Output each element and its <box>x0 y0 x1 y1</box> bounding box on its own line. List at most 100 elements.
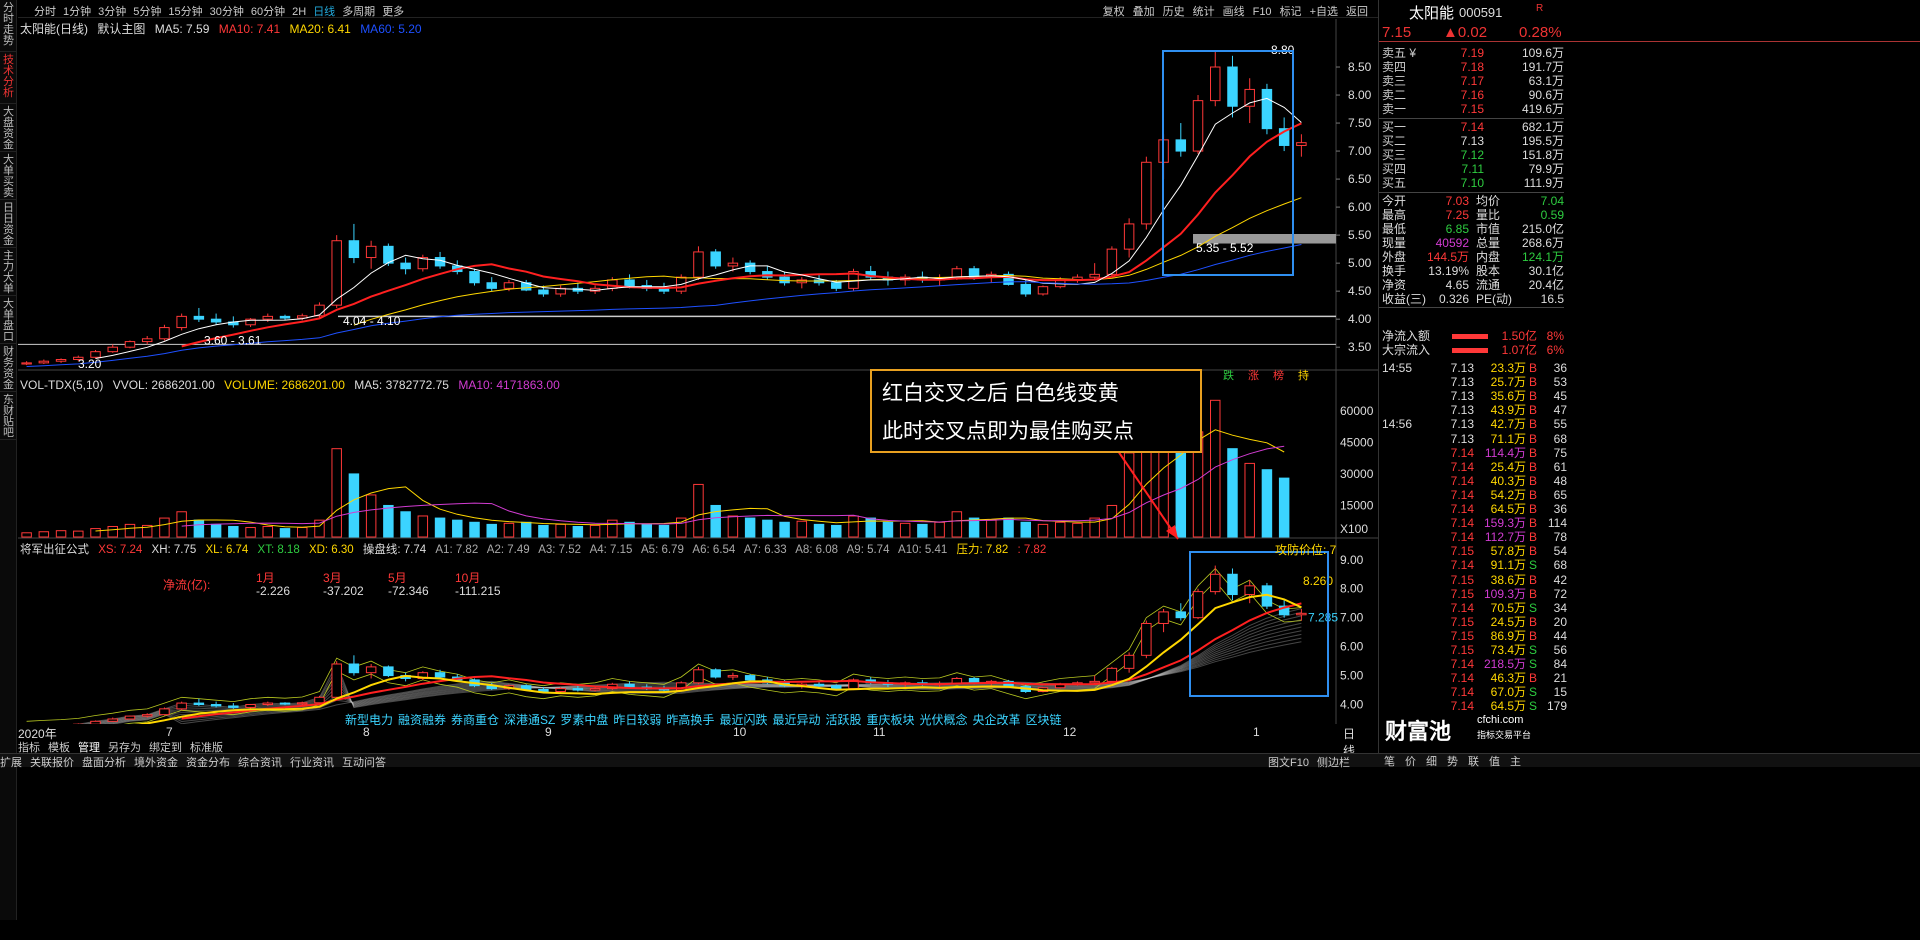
period-tab-1[interactable]: 1分钟 <box>63 6 91 17</box>
quote-bottom-tabs: 笔价细势联值主 <box>1384 753 1531 769</box>
volume-bar <box>262 525 274 538</box>
quote-tab-4[interactable]: 联 <box>1468 756 1479 768</box>
period-tab-9[interactable]: 多周期 <box>342 6 375 17</box>
quote-tab-6[interactable]: 主 <box>1510 756 1521 768</box>
sell-level[interactable]: 卖二 7.16 90.6万 <box>1379 89 1564 102</box>
sell-level[interactable]: 卖四 7.18 191.7万 <box>1379 61 1564 74</box>
volume-bar <box>73 530 84 538</box>
period-tab-3[interactable]: 5分钟 <box>133 6 161 17</box>
tool-1[interactable]: 叠加 <box>1133 6 1155 17</box>
price-axis-label: 5.50 <box>1348 228 1372 242</box>
trade-side: B <box>1529 671 1538 686</box>
tool-5[interactable]: F10 <box>1253 6 1272 17</box>
ind-candle-body <box>555 688 566 693</box>
candle-body <box>331 240 342 306</box>
x-axis-label: 11 <box>873 725 886 739</box>
ind-candle-body <box>1210 573 1221 593</box>
left-tab-2[interactable]: 大盘资金 <box>0 104 17 152</box>
stat-label: 最低 <box>1382 222 1407 236</box>
status-tab-7[interactable]: 互动问答 <box>342 757 386 769</box>
volume-bar <box>176 511 187 538</box>
sell-level[interactable]: 卖一 7.15 419.6万 <box>1379 103 1564 116</box>
trade-side: S <box>1529 558 1538 573</box>
left-tab-7[interactable]: 财务资金 <box>0 344 17 392</box>
left-tab-3[interactable]: 大单买卖 <box>0 152 17 200</box>
left-tab-8[interactable]: 东财贴吧 <box>0 392 17 440</box>
status-tab-5[interactable]: 综合资讯 <box>238 757 282 769</box>
status-tab-4[interactable]: 资金分布 <box>186 757 230 769</box>
period-tab-6[interactable]: 60分钟 <box>251 6 285 17</box>
quote-tab-0[interactable]: 笔 <box>1384 756 1395 768</box>
buy-level[interactable]: 买四 7.11 79.9万 <box>1379 163 1564 176</box>
level-volume: 151.8万 <box>1521 148 1564 162</box>
volume-bar <box>348 473 360 538</box>
left-tab-5[interactable]: 主力大单 <box>0 248 17 296</box>
status-tab-0[interactable]: 扩展 <box>0 757 22 769</box>
volume-bar <box>1037 523 1049 538</box>
book-divider <box>1379 307 1564 308</box>
template-dropdown[interactable]: 默认主图 <box>97 22 145 36</box>
flow-value: 1.07亿 <box>1501 343 1537 357</box>
left-tab-4[interactable]: 日日资金 <box>0 200 17 248</box>
candle-body <box>348 240 360 259</box>
stock-name: 太阳能 <box>1409 5 1455 22</box>
ind-candle-body <box>1123 654 1135 669</box>
period-tab-4[interactable]: 15分钟 <box>168 6 202 17</box>
volume-bar <box>331 448 342 538</box>
indicator-axis-label: 5.00 <box>1340 669 1364 683</box>
sell-level[interactable]: 卖三 7.17 63.1万 <box>1379 75 1564 88</box>
status-tab-6[interactable]: 行业资讯 <box>290 757 334 769</box>
left-tab-1[interactable]: 技术分析 <box>0 52 17 104</box>
indicator-name[interactable]: 将军出征公式 <box>20 544 89 556</box>
status-tab-3[interactable]: 境外资金 <box>134 757 178 769</box>
level-price: 7.11 <box>1461 162 1484 176</box>
tool-3[interactable]: 统计 <box>1193 6 1215 17</box>
stat-value: 0.59 <box>1540 208 1564 222</box>
status-right-tab-1[interactable]: 侧边栏 <box>1317 757 1350 769</box>
status-tab-2[interactable]: 盘面分析 <box>82 757 126 769</box>
quote-tab-3[interactable]: 势 <box>1447 756 1458 768</box>
period-tab-7[interactable]: 2H <box>292 6 306 17</box>
tool-7[interactable]: +自选 <box>1310 6 1338 17</box>
price-axis-label: 6.00 <box>1348 200 1372 214</box>
trade-count: 48 <box>1553 473 1567 488</box>
quote-tab-1[interactable]: 价 <box>1405 756 1416 768</box>
quote-tab-2[interactable]: 细 <box>1426 756 1437 768</box>
ind-candle-body <box>1175 611 1187 619</box>
tool-8[interactable]: 返回 <box>1346 6 1368 17</box>
tool-4[interactable]: 画线 <box>1223 6 1245 17</box>
period-tab-2[interactable]: 3分钟 <box>98 6 126 17</box>
tool-2[interactable]: 历史 <box>1163 6 1185 17</box>
trade-side: B <box>1529 487 1538 502</box>
buy-level[interactable]: 买二 7.13 195.5万 <box>1379 135 1564 148</box>
ind-candle-body <box>1192 591 1204 619</box>
x-axis-label: 1 <box>1253 725 1260 739</box>
trade-row: 14:55 7.13 23.3万 B 36 <box>1379 362 1569 375</box>
left-tab-6[interactable]: 大单盘口 <box>0 296 17 344</box>
quote-tab-5[interactable]: 值 <box>1489 756 1500 768</box>
volume-axis-unit: X100 <box>1340 522 1368 536</box>
period-tab-8[interactable]: 日线 <box>313 6 335 17</box>
stat-row: 换手 13.19% 股本 30.1亿 <box>1379 265 1564 278</box>
trade-side: S <box>1529 643 1538 657</box>
ind-candle-body <box>331 663 342 698</box>
period-tab-10[interactable]: 更多 <box>382 6 404 17</box>
stat-value: 7.03 <box>1445 194 1469 208</box>
volume-bar <box>831 524 842 538</box>
volume-bar <box>555 523 566 538</box>
ind-candle-body <box>710 669 721 678</box>
buy-level[interactable]: 买五 7.10 111.9万 <box>1379 177 1564 190</box>
status-tab-1[interactable]: 关联报价 <box>30 757 74 769</box>
sell-level[interactable]: 卖五 ¥ 7.19 109.6万 <box>1379 47 1564 60</box>
buy-level[interactable]: 买三 7.12 151.8万 <box>1379 149 1564 162</box>
candle-body <box>107 346 118 353</box>
vol-marker: 持 <box>1298 368 1309 382</box>
left-tab-0[interactable]: 分时走势 <box>0 0 17 52</box>
period-tab-0[interactable]: 分时 <box>34 6 56 17</box>
buy-level[interactable]: 买一 7.14 682.1万 <box>1379 121 1564 134</box>
status-right-tab-0[interactable]: 图文F10 <box>1268 757 1309 769</box>
period-tab-5[interactable]: 30分钟 <box>210 6 244 17</box>
tool-0[interactable]: 复权 <box>1103 6 1125 17</box>
volume-bar <box>228 525 239 538</box>
tool-6[interactable]: 标记 <box>1280 6 1302 17</box>
